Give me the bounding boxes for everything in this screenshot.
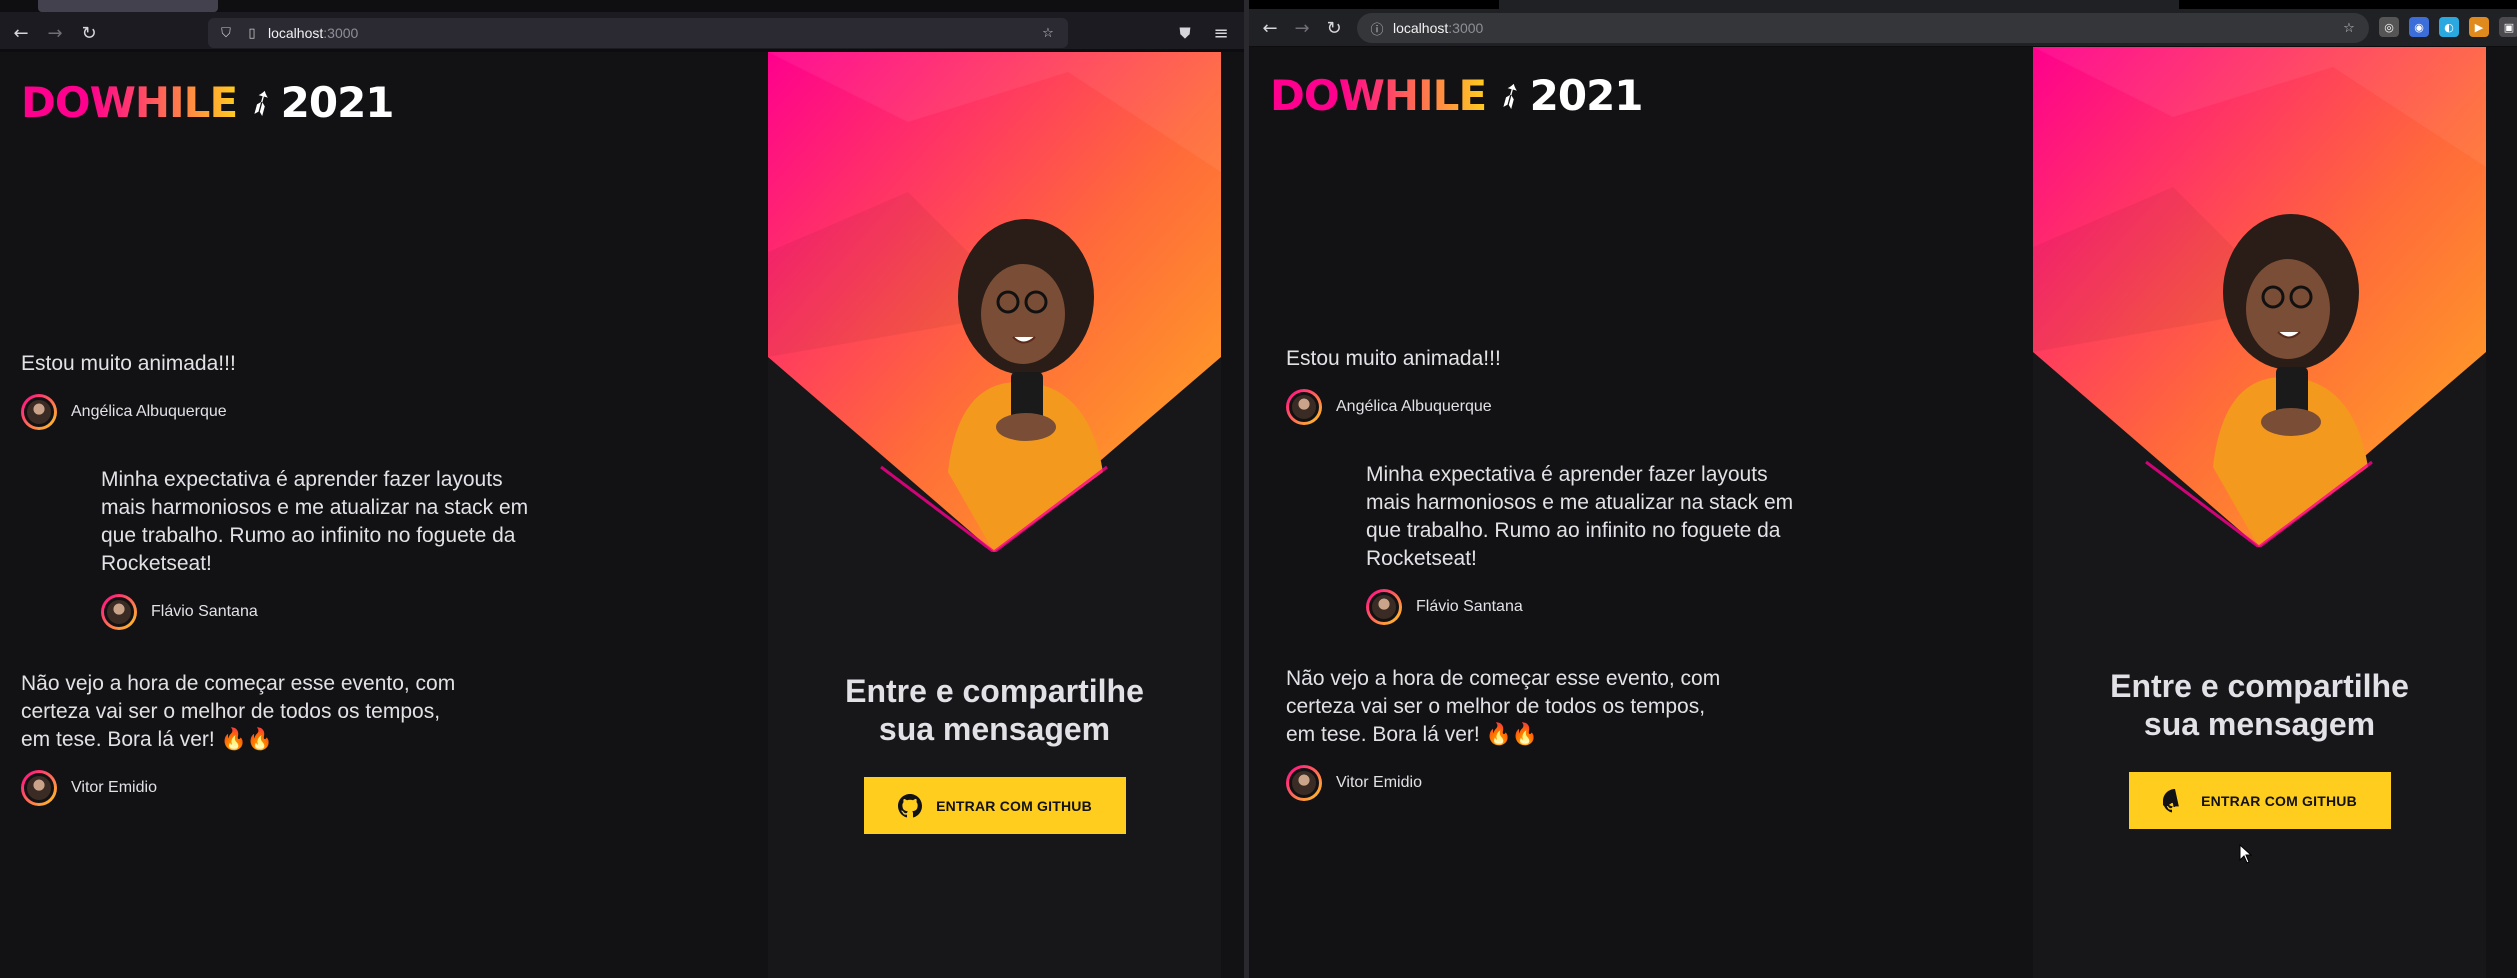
github-login-button[interactable]: ENTRAR COM GITHUB: [2129, 772, 2391, 829]
avatar: [1366, 589, 1402, 625]
chrome-window: ← → ↻ ⓘ localhost:3000 ☆ ◎ ◉ ◐ ▶ ▣ u M ▦…: [1249, 0, 2517, 978]
message-text: Não vejo a hora de começar esse evento, …: [1286, 667, 1721, 746]
reload-icon[interactable]: ↻: [1321, 15, 1347, 41]
github-button-label: ENTRAR COM GITHUB: [936, 797, 1092, 814]
user-name: Vitor Emidio: [1336, 774, 1422, 791]
cta-title-line2: sua mensagem: [2143, 706, 2376, 742]
url-port: :3000: [1448, 20, 1484, 36]
active-tab[interactable]: [1499, 0, 2179, 9]
mouse-cursor-icon: [2239, 844, 2253, 864]
shield-icon[interactable]: ⛉: [216, 23, 236, 43]
message-text: Estou muito animada!!!: [1286, 347, 1501, 370]
extension-icon[interactable]: ▣: [2499, 17, 2517, 37]
pocket-icon[interactable]: ⛊: [1172, 20, 1198, 46]
user-name: Vitor Emidio: [71, 779, 157, 796]
login-sidebar: Entre e compartilhe sua mensagem ENTRAR …: [768, 52, 1221, 978]
dowhile-logo: DO WHILE ➶ 2021: [1270, 71, 1644, 121]
logo-while: WHILE: [89, 78, 239, 127]
page-viewport: DO WHILE ➶ 2021 Estou muito animada!!! Angé…: [0, 52, 1244, 978]
message-user: Flávio Santana: [1366, 589, 1806, 625]
back-arrow-icon[interactable]: ←: [1257, 15, 1283, 41]
address-bar[interactable]: ⛉ ▯ localhost:3000 ☆: [208, 18, 1068, 48]
message-user: Vitor Emidio: [1286, 765, 1736, 801]
avatar: [101, 594, 137, 630]
extension-icon[interactable]: ◎: [2379, 17, 2399, 37]
message-text: Estou muito animada!!!: [21, 352, 236, 375]
active-tab[interactable]: [38, 0, 218, 12]
firefox-toolbar: ← → ↻ ⛉ ▯ localhost:3000 ☆ ⛊ ≡: [0, 0, 1244, 52]
user-name: Flávio Santana: [151, 603, 258, 620]
star-icon[interactable]: ☆: [1038, 23, 1058, 43]
message-item: Estou muito animada!!! Angélica Albuquer…: [1286, 345, 1806, 425]
cta-title-line1: Entre e compartilhe: [2110, 668, 2409, 704]
avatar: [1286, 765, 1322, 801]
avatar: [21, 394, 57, 430]
url-host: localhost: [1393, 20, 1449, 36]
cta-title-line2: sua mensagem: [878, 711, 1111, 747]
message-text: Não vejo a hora de começar esse evento, …: [21, 672, 456, 751]
extension-icon[interactable]: ◉: [2409, 17, 2429, 37]
logo-year: 2021: [1529, 71, 1644, 120]
page-icon: ▯: [248, 25, 256, 41]
github-icon: [2163, 788, 2179, 812]
page-viewport: DO WHILE ➶ 2021 Estou muito animada!!! Angé…: [1249, 47, 2517, 978]
github-icon: [898, 793, 923, 817]
chrome-toolbar: ← → ↻ ⓘ localhost:3000 ☆ ◎ ◉ ◐ ▶ ▣ u M ▦…: [1249, 0, 2517, 47]
info-icon[interactable]: ⓘ: [1367, 18, 1387, 38]
avatar: [1286, 389, 1322, 425]
logo-while: WHILE: [1338, 71, 1488, 120]
user-name: Flávio Santana: [1416, 598, 1523, 615]
rocket-icon: ➶: [238, 78, 283, 128]
logo-do: DO: [21, 78, 91, 127]
message-item: Não vejo a hora de começar esse evento, …: [21, 670, 471, 806]
cta-title: Entre e compartilhe sua mensagem: [2033, 667, 2486, 743]
star-icon[interactable]: ☆: [2339, 18, 2359, 38]
forward-arrow-icon[interactable]: →: [1289, 15, 1315, 41]
tab-strip: [1249, 0, 2517, 9]
user-name: Angélica Albuquerque: [71, 403, 227, 420]
message-text: Minha expectativa é aprender fazer layou…: [101, 468, 529, 575]
github-button-label: ENTRAR COM GITHUB: [2201, 792, 2357, 809]
extension-icon[interactable]: ◐: [2439, 17, 2459, 37]
hero-image: [2033, 47, 2486, 547]
message-user: Flávio Santana: [101, 594, 541, 630]
user-name: Angélica Albuquerque: [1336, 398, 1492, 415]
dowhile-logo: DO WHILE ➶ 2021: [21, 78, 395, 128]
reload-icon[interactable]: ↻: [76, 20, 102, 46]
rocket-icon: ➶: [1487, 71, 1532, 121]
message-user: Vitor Emidio: [21, 770, 471, 806]
hero-image: [768, 52, 1221, 552]
message-user: Angélica Albuquerque: [1286, 389, 1806, 425]
back-arrow-icon[interactable]: ←: [8, 20, 34, 46]
message-item: Minha expectativa é aprender fazer layou…: [101, 466, 541, 630]
message-item: Estou muito animada!!! Angélica Albuquer…: [21, 350, 541, 430]
extension-icon[interactable]: ▶: [2469, 17, 2489, 37]
tab-strip: [0, 0, 1244, 12]
logo-year: 2021: [280, 78, 395, 127]
message-text: Minha expectativa é aprender fazer layou…: [1366, 463, 1794, 570]
forward-arrow-icon[interactable]: →: [42, 20, 68, 46]
logo-do: DO: [1270, 71, 1340, 120]
avatar: [21, 770, 57, 806]
url-port: :3000: [323, 25, 359, 41]
extensions-bar: ◎ ◉ ◐ ▶ ▣ u M ▦ ✦ ≣ ◕ ⋮: [2379, 17, 2517, 37]
message-user: Angélica Albuquerque: [21, 394, 541, 430]
github-login-button[interactable]: ENTRAR COM GITHUB: [864, 777, 1126, 834]
menu-icon[interactable]: ≡: [1208, 20, 1234, 46]
login-sidebar: Entre e compartilhe sua mensagem ENTRAR …: [2033, 47, 2486, 978]
firefox-window: ← → ↻ ⛉ ▯ localhost:3000 ☆ ⛊ ≡ DO WHILE ➶ 2…: [0, 0, 1244, 978]
message-item: Minha expectativa é aprender fazer layou…: [1366, 461, 1806, 625]
cta-title: Entre e compartilhe sua mensagem: [768, 672, 1221, 748]
url-host: localhost: [268, 25, 324, 41]
message-item: Não vejo a hora de começar esse evento, …: [1286, 665, 1736, 801]
address-bar[interactable]: ⓘ localhost:3000 ☆: [1357, 13, 2369, 43]
cta-title-line1: Entre e compartilhe: [845, 673, 1144, 709]
